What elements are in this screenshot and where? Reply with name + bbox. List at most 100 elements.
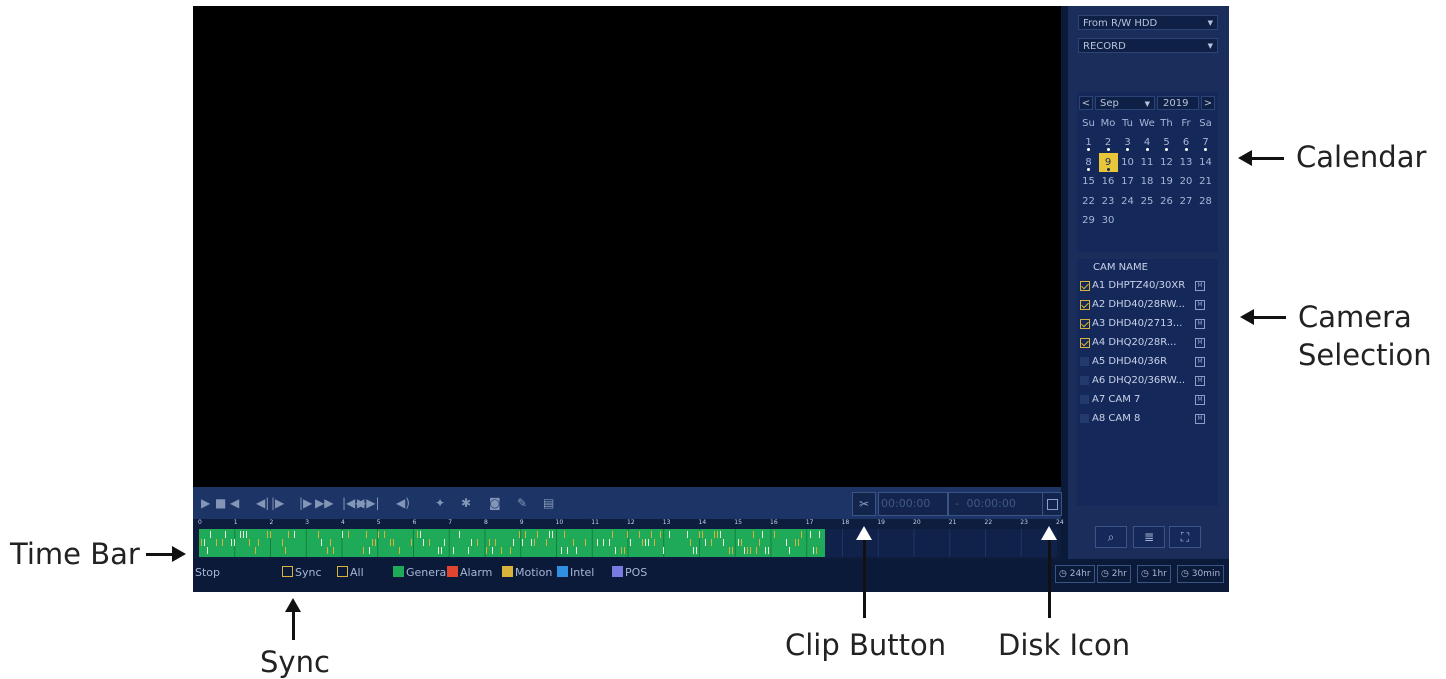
main-stream-badge[interactable]: M: [1195, 414, 1205, 424]
next-month-button[interactable]: >: [1201, 96, 1215, 110]
calendar-day[interactable]: 29: [1079, 211, 1098, 230]
zoom-24hr-button[interactable]: ◷ 24hr: [1055, 565, 1095, 583]
human-search-icon[interactable]: ✦: [435, 493, 445, 513]
camera-item[interactable]: A7 CAM 7 M: [1077, 390, 1218, 409]
camera-item[interactable]: A1 DHPTZ40/30XR M: [1077, 276, 1218, 295]
motion-tick: [585, 539, 586, 546]
all-checkbox[interactable]: All: [337, 566, 364, 579]
calendar-day[interactable]: 26: [1157, 192, 1176, 211]
stop-icon[interactable]: ■: [215, 493, 226, 513]
calendar-day[interactable]: 27: [1177, 192, 1196, 211]
legend-motion[interactable]: Motion: [502, 566, 552, 579]
main-stream-badge[interactable]: M: [1195, 319, 1205, 329]
calendar-day[interactable]: 14: [1196, 153, 1215, 172]
slow-play-icon[interactable]: |▶: [299, 493, 312, 513]
motion-tick: [567, 547, 568, 554]
zoom-30min-button[interactable]: ◷ 30min: [1177, 565, 1225, 583]
zoom-24hr-label: 24hr: [1069, 569, 1091, 579]
reverse-play-icon[interactable]: ◀: [230, 493, 239, 513]
camera-checkbox[interactable]: [1080, 338, 1090, 348]
calendar-day[interactable]: 18: [1138, 172, 1157, 191]
motion-tick: [702, 531, 703, 538]
sync-checkbox[interactable]: Sync: [282, 566, 322, 579]
camera-checkbox[interactable]: [1080, 395, 1089, 404]
calendar-day[interactable]: 23: [1099, 192, 1118, 211]
zoom-2hr-button[interactable]: ◷ 2hr: [1097, 565, 1131, 583]
next-day-icon[interactable]: ▶▶|: [357, 493, 380, 513]
calendar-day[interactable]: 16: [1099, 172, 1118, 191]
calendar-day[interactable]: 20: [1177, 172, 1196, 191]
time-bar[interactable]: 0 1 2 3 4 5 6 7 8 9 10 11 12 13 14 15 16 17 18 19 20 21 22 23 24: [193, 519, 1064, 559]
camera-checkbox[interactable]: [1080, 281, 1090, 291]
camera-item[interactable]: A6 DHQ20/36RW... M: [1077, 371, 1218, 390]
legend-pos[interactable]: POS: [612, 566, 647, 579]
motion-tick: [342, 531, 343, 538]
vehicle-search-icon[interactable]: ✱: [461, 493, 471, 513]
calendar-day[interactable]: 24: [1118, 192, 1137, 211]
main-stream-badge[interactable]: M: [1195, 357, 1205, 367]
calendar-day[interactable]: 15: [1079, 172, 1098, 191]
calendar-day[interactable]: 13: [1177, 153, 1196, 172]
fast-forward-icon[interactable]: ▶▶: [315, 493, 333, 513]
zoom-1hr-button[interactable]: ◷ 1hr: [1137, 565, 1171, 583]
camera-checkbox[interactable]: [1080, 319, 1090, 329]
legend-intel[interactable]: Intel: [557, 566, 594, 579]
step-forward-icon[interactable]: |▶: [271, 493, 284, 513]
file-list-button[interactable]: ≣: [1133, 526, 1165, 548]
prev-month-button[interactable]: <: [1079, 96, 1093, 110]
camera-item[interactable]: A3 DHD40/2713... M: [1077, 314, 1218, 333]
smart-search-icon[interactable]: ▤: [543, 493, 554, 513]
time-track[interactable]: [199, 529, 1057, 557]
year-field[interactable]: 2019: [1157, 96, 1199, 110]
legend-alarm[interactable]: Alarm: [447, 566, 492, 579]
camera-checkbox[interactable]: [1080, 414, 1089, 423]
camera-item[interactable]: A8 CAM 8 M: [1077, 409, 1218, 428]
calendar-day[interactable]: 19: [1157, 172, 1176, 191]
fullscreen-button[interactable]: ⛶: [1169, 526, 1201, 548]
annotation-clip-button: Clip Button: [785, 628, 947, 662]
camera-checkbox[interactable]: [1080, 376, 1089, 385]
volume-icon[interactable]: ◀): [396, 493, 410, 513]
calendar-day[interactable]: 21: [1196, 172, 1215, 191]
camera-list: A1 DHPTZ40/30XR M A2 DHD40/28RW... M A3 DHD4…: [1077, 276, 1218, 506]
camera-item[interactable]: A4 DHQ20/28R... M: [1077, 333, 1218, 352]
camera-item[interactable]: A5 DHD40/36R M: [1077, 352, 1218, 371]
camera-checkbox[interactable]: [1080, 357, 1089, 366]
calendar-day[interactable]: 17: [1118, 172, 1137, 191]
month-dropdown[interactable]: Sep ▼: [1095, 96, 1155, 110]
clip-end-time[interactable]: - 00:00:00: [948, 492, 1046, 516]
legend-general[interactable]: General: [393, 566, 449, 579]
main-stream-badge[interactable]: M: [1195, 376, 1205, 386]
smart-search-button[interactable]: ⌕: [1095, 526, 1127, 548]
main-stream-badge[interactable]: M: [1195, 338, 1205, 348]
calendar-day[interactable]: 30: [1099, 211, 1118, 230]
clip-time-separator: -: [955, 497, 959, 510]
source-dropdown[interactable]: From R/W HDD ▼: [1078, 15, 1218, 30]
snapshot-icon[interactable]: ◙: [489, 493, 501, 513]
video-display[interactable]: [193, 6, 1061, 487]
clip-start-time[interactable]: 00:00:00: [878, 492, 948, 516]
calendar-day[interactable]: 28: [1196, 192, 1215, 211]
calendar-day[interactable]: 12: [1157, 153, 1176, 172]
record-type-dropdown[interactable]: RECORD ▼: [1078, 38, 1218, 53]
recording-dot-icon: [1087, 148, 1090, 151]
calendar-day[interactable]: 10: [1118, 153, 1137, 172]
main-stream-badge[interactable]: M: [1195, 300, 1205, 310]
calendar-day[interactable]: 25: [1138, 192, 1157, 211]
motion-tick: [534, 539, 535, 546]
weekday-label: Fr: [1181, 118, 1191, 129]
step-back-icon[interactable]: ◀|: [256, 493, 269, 513]
camera-checkbox[interactable]: [1080, 300, 1090, 310]
camera-item[interactable]: A2 DHD40/28RW... M: [1077, 295, 1218, 314]
motion-tick: [798, 539, 799, 546]
calendar-day[interactable]: 11: [1138, 153, 1157, 172]
main-stream-badge[interactable]: M: [1195, 281, 1205, 291]
tag-icon[interactable]: ✎: [517, 493, 527, 513]
play-icon[interactable]: ▶: [201, 493, 210, 513]
disk-icon-button[interactable]: [1042, 492, 1062, 516]
calendar-day[interactable]: 22: [1079, 192, 1098, 211]
sync-label: Sync: [295, 566, 322, 579]
main-stream-badge[interactable]: M: [1195, 395, 1205, 405]
clip-button[interactable]: ✂: [852, 492, 876, 516]
motion-tick: [234, 539, 235, 546]
